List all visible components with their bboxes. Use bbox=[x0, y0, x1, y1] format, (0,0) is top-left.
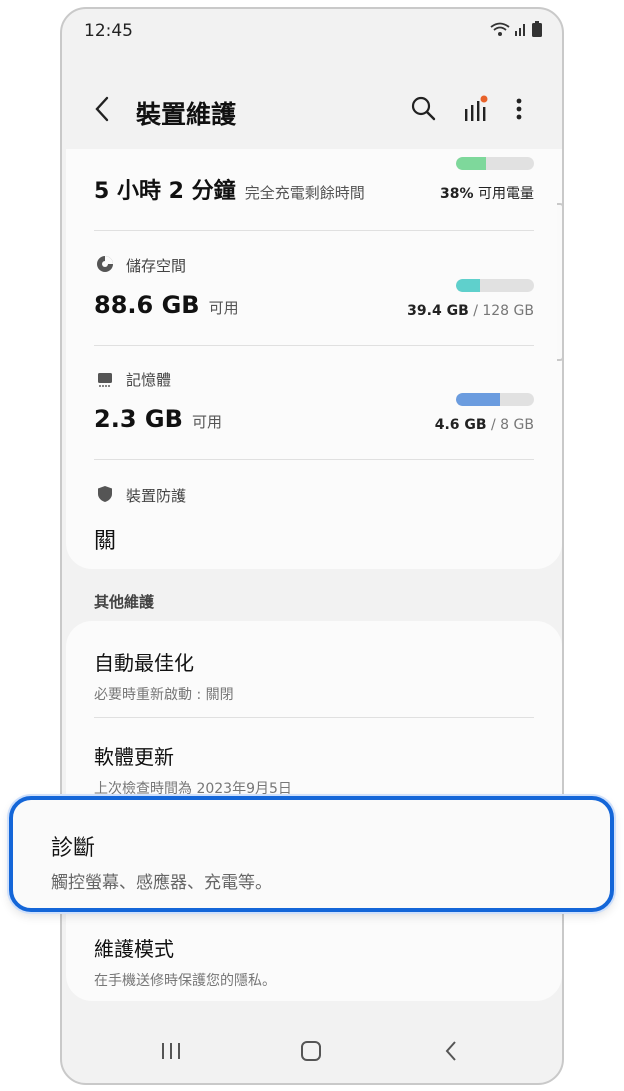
storage-bar bbox=[456, 279, 534, 292]
memory-chip-icon bbox=[98, 373, 112, 387]
protection-label: 裝置防護 bbox=[126, 487, 187, 505]
battery-bar bbox=[456, 157, 534, 170]
protection-row[interactable]: 裝置防護 關 bbox=[94, 485, 534, 555]
storage-value: 88.6 GB 可用 bbox=[94, 291, 239, 319]
phone-frame: 12:45 裝置維護 5 小時 2 分鐘 完全充電剩餘時間 38% 可用電量 儲… bbox=[60, 7, 564, 1085]
memory-bar-fill bbox=[456, 393, 501, 406]
item-title: 自動最佳化 bbox=[94, 651, 194, 675]
divider bbox=[94, 717, 534, 718]
section-title: 其他維護 bbox=[94, 593, 155, 611]
storage-label: 儲存空間 bbox=[126, 257, 187, 275]
recent-apps-icon[interactable] bbox=[160, 1041, 182, 1061]
battery-time: 5 小時 2 分鐘 完全充電剩餘時間 bbox=[94, 179, 365, 204]
divider bbox=[94, 345, 534, 346]
status-time: 12:45 bbox=[84, 21, 133, 41]
signal-icon bbox=[515, 24, 525, 36]
item-title: 診斷 bbox=[51, 836, 96, 861]
battery-percent: 38% 可用電量 bbox=[440, 186, 534, 202]
back-arrow-icon[interactable] bbox=[92, 95, 112, 123]
storage-pie-icon bbox=[97, 256, 113, 272]
battery-icon bbox=[532, 21, 542, 37]
memory-usage: 4.6 GB / 8 GB bbox=[434, 417, 534, 433]
page-title: 裝置維護 bbox=[136, 100, 237, 129]
back-nav-icon[interactable] bbox=[444, 1040, 458, 1062]
item-subtitle: 觸控螢幕、感應器、充電等。 bbox=[51, 873, 272, 893]
list-item-diagnostics[interactable]: 診斷 觸控螢幕、感應器、充電等。 bbox=[9, 796, 614, 912]
item-subtitle: 上次檢查時間為 2023年9月5日 bbox=[94, 781, 292, 797]
memory-bar bbox=[456, 393, 534, 406]
divider bbox=[94, 230, 534, 231]
search-icon[interactable] bbox=[410, 95, 436, 121]
item-title: 軟體更新 bbox=[94, 745, 174, 769]
memory-label: 記憶體 bbox=[126, 371, 172, 389]
storage-bar-fill bbox=[456, 279, 481, 292]
navigation-bar bbox=[62, 1011, 562, 1083]
storage-row[interactable]: 儲存空間 88.6 GB 可用 39.4 GB / 128 GB bbox=[94, 255, 534, 335]
list-item-maintenance-mode[interactable]: 維護模式 在手機送修時保護您的隱私。 bbox=[94, 933, 534, 990]
list-item-auto-optimize[interactable]: 自動最佳化 必要時重新啟動 : 關閉 bbox=[94, 647, 534, 704]
status-card: 5 小時 2 分鐘 完全充電剩餘時間 38% 可用電量 儲存空間 88.6 GB… bbox=[66, 149, 562, 569]
storage-usage: 39.4 GB / 128 GB bbox=[407, 303, 534, 319]
memory-row[interactable]: 記憶體 2.3 GB 可用 4.6 GB / 8 GB bbox=[94, 369, 534, 449]
battery-row[interactable]: 5 小時 2 分鐘 完全充電剩餘時間 38% 可用電量 bbox=[94, 157, 534, 221]
battery-bar-fill bbox=[456, 157, 486, 170]
memory-value: 2.3 GB 可用 bbox=[94, 405, 222, 433]
statistics-icon[interactable] bbox=[462, 95, 488, 123]
wifi-icon bbox=[490, 22, 510, 36]
protection-value: 關 bbox=[94, 529, 117, 554]
more-options-icon[interactable] bbox=[514, 95, 524, 123]
home-icon[interactable] bbox=[300, 1041, 322, 1061]
divider bbox=[94, 459, 534, 460]
side-button bbox=[557, 203, 564, 361]
shield-icon bbox=[98, 486, 112, 502]
item-title: 維護模式 bbox=[94, 937, 174, 961]
item-subtitle: 在手機送修時保護您的隱私。 bbox=[94, 973, 276, 989]
status-icons bbox=[490, 21, 542, 37]
list-item-software-update[interactable]: 軟體更新 上次檢查時間為 2023年9月5日 bbox=[94, 741, 534, 798]
item-subtitle: 必要時重新啟動 : 關閉 bbox=[94, 687, 234, 703]
app-bar: 裝置維護 bbox=[62, 81, 562, 141]
